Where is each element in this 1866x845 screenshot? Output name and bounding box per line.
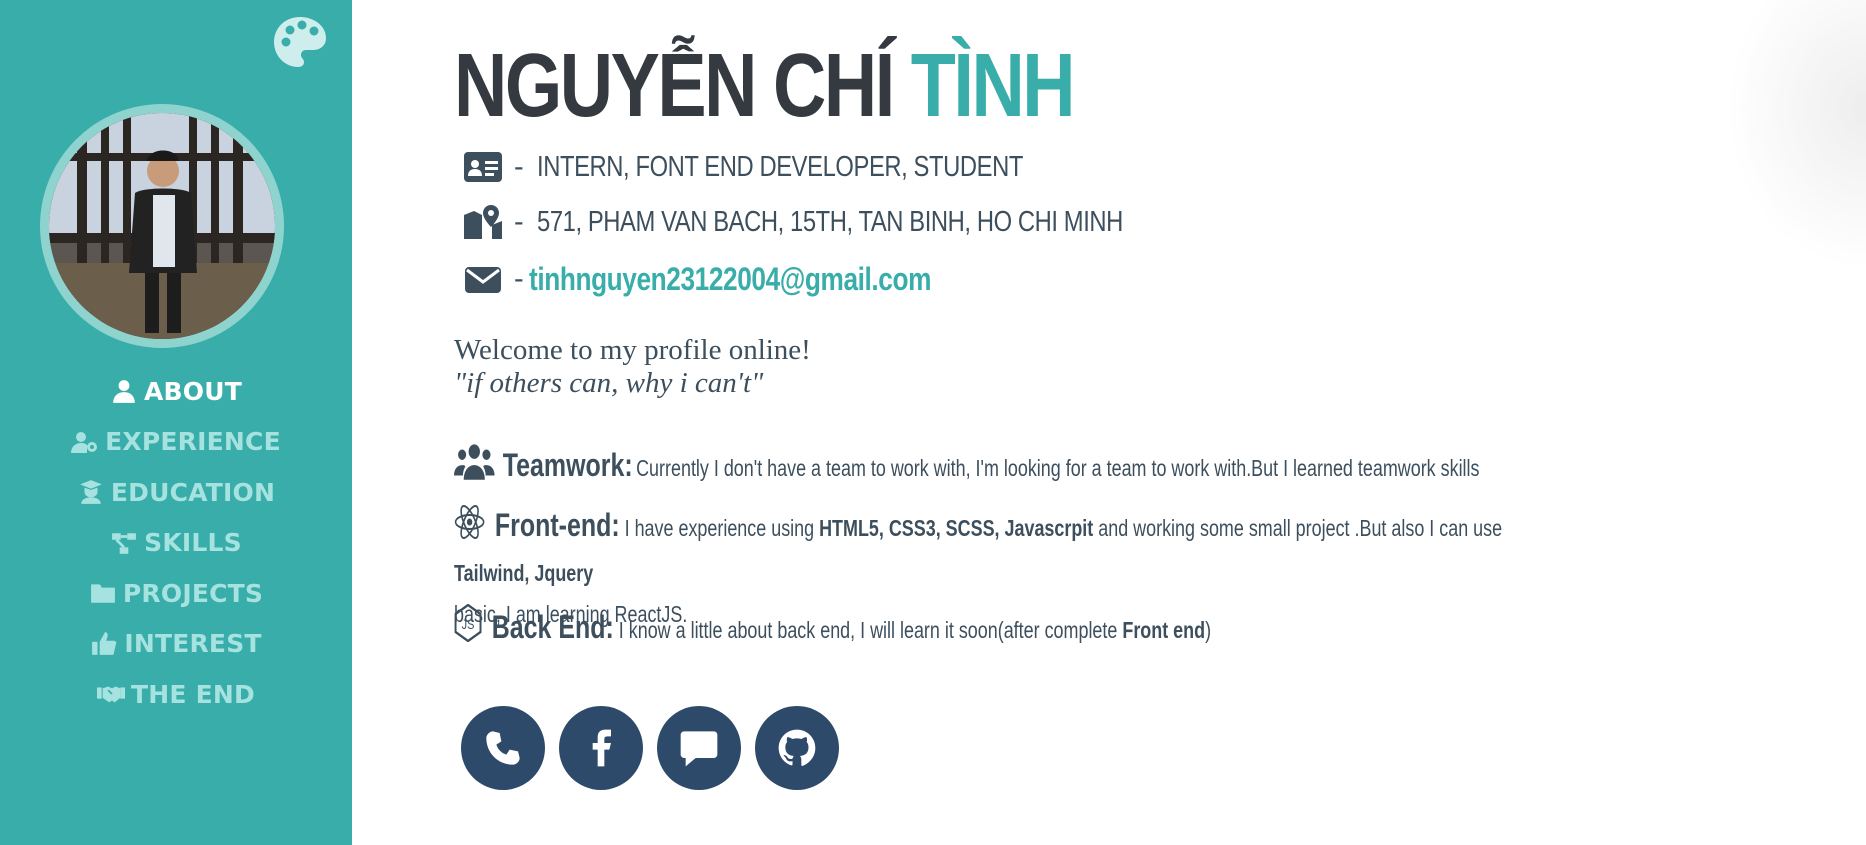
map-location-icon: [464, 205, 502, 239]
separator: -: [514, 263, 524, 295]
skill-backend: JS Back End: I know a little about back …: [454, 603, 1574, 655]
info-address: - 571, PHAM VAN BACH, 15TH, TAN BINH, HO…: [464, 205, 1252, 239]
skill-text: ): [1205, 617, 1212, 643]
react-icon: [454, 504, 485, 553]
background-decoration: [1726, 0, 1866, 270]
github-icon: [778, 729, 816, 766]
nav-item-experience[interactable]: EXPERIENCE: [0, 417, 352, 468]
sidebar-nav: ABOUT EXPERIENCE EDUCATION SKILLS PROJEC…: [0, 366, 352, 720]
skill-keywords: Tailwind, Jquery: [454, 560, 594, 586]
skill-description: Currently I don't have a team to work wi…: [636, 455, 1480, 481]
address-text: 571, PHAM VAN BACH, 15TH, TAN BINH, HO C…: [537, 205, 1124, 238]
user-gear-icon: [71, 431, 98, 453]
phone-icon: [486, 731, 520, 765]
palette-icon[interactable]: [272, 14, 328, 70]
separator: -: [514, 205, 524, 238]
id-card-icon: [464, 152, 502, 182]
page-title: NGUYỄN CHÍ TÌNH: [454, 36, 1076, 136]
users-icon: [454, 442, 495, 485]
message-button[interactable]: [657, 706, 741, 790]
info-role: - INTERN, FONT END DEVELOPER, STUDENT: [464, 150, 1130, 184]
separator: -: [514, 150, 524, 183]
info-email: - tinhnguyen23122004@gmail.com: [464, 261, 1019, 298]
user-icon: [113, 380, 135, 404]
name-first: NGUYỄN CHÍ: [454, 36, 895, 136]
role-text: INTERN, FONT END DEVELOPER, STUDENT: [537, 150, 1024, 183]
nav-label: EDUCATION: [110, 477, 276, 507]
welcome-text: Welcome to my profile online!: [454, 334, 811, 366]
nav-item-projects[interactable]: PROJECTS: [0, 568, 352, 619]
skill-heading: Back End:: [491, 609, 614, 645]
nav-label: SKILLS: [144, 528, 242, 558]
skill-text: and working some small project .But also…: [1098, 515, 1503, 541]
avatar-frame: [40, 104, 284, 348]
nodejs-icon: JS: [454, 603, 482, 655]
svg-text:JS: JS: [462, 617, 475, 633]
quote-text: "if others can, why i can't": [454, 367, 764, 399]
facebook-button[interactable]: [559, 706, 643, 790]
envelope-icon: [465, 266, 501, 293]
facebook-icon: [592, 729, 611, 767]
nav-item-interest[interactable]: INTEREST: [0, 619, 352, 670]
graduate-icon: [80, 480, 102, 505]
skill-text: I know a little about back end, I will l…: [618, 617, 1118, 643]
skill-heading: Front-end:: [494, 507, 620, 543]
nav-label: THE END: [131, 679, 255, 709]
github-button[interactable]: [755, 706, 839, 790]
name-last: TÌNH: [910, 36, 1076, 136]
nav-item-education[interactable]: EDUCATION: [0, 467, 352, 518]
folder-icon: [90, 584, 115, 603]
sidebar: ABOUT EXPERIENCE EDUCATION SKILLS PROJEC…: [0, 0, 352, 845]
nav-label: INTEREST: [124, 629, 262, 659]
nav-label: EXPERIENCE: [105, 427, 281, 457]
nav-label: ABOUT: [143, 376, 242, 406]
message-icon: [680, 731, 718, 767]
skill-teamwork: Teamwork: Currently I don't have a team …: [454, 442, 1574, 489]
skill-keywords: HTML5, CSS3, SCSS, Javascrpit: [819, 515, 1094, 541]
nav-item-the-end[interactable]: THE END: [0, 669, 352, 720]
diagram-icon: [112, 533, 137, 554]
nav-label: PROJECTS: [122, 578, 264, 608]
skill-keywords: Front end: [1122, 617, 1206, 643]
nav-item-skills[interactable]: SKILLS: [0, 518, 352, 569]
handshake-icon: [97, 686, 126, 703]
skill-text: I have experience using: [624, 515, 815, 541]
skill-heading: Teamwork:: [502, 447, 633, 483]
phone-button[interactable]: [461, 706, 545, 790]
thumbs-up-icon: [92, 631, 117, 655]
social-links: [461, 706, 839, 790]
avatar: [49, 113, 275, 339]
nav-item-about[interactable]: ABOUT: [0, 366, 352, 417]
email-link[interactable]: tinhnguyen23122004@gmail.com: [529, 261, 931, 298]
